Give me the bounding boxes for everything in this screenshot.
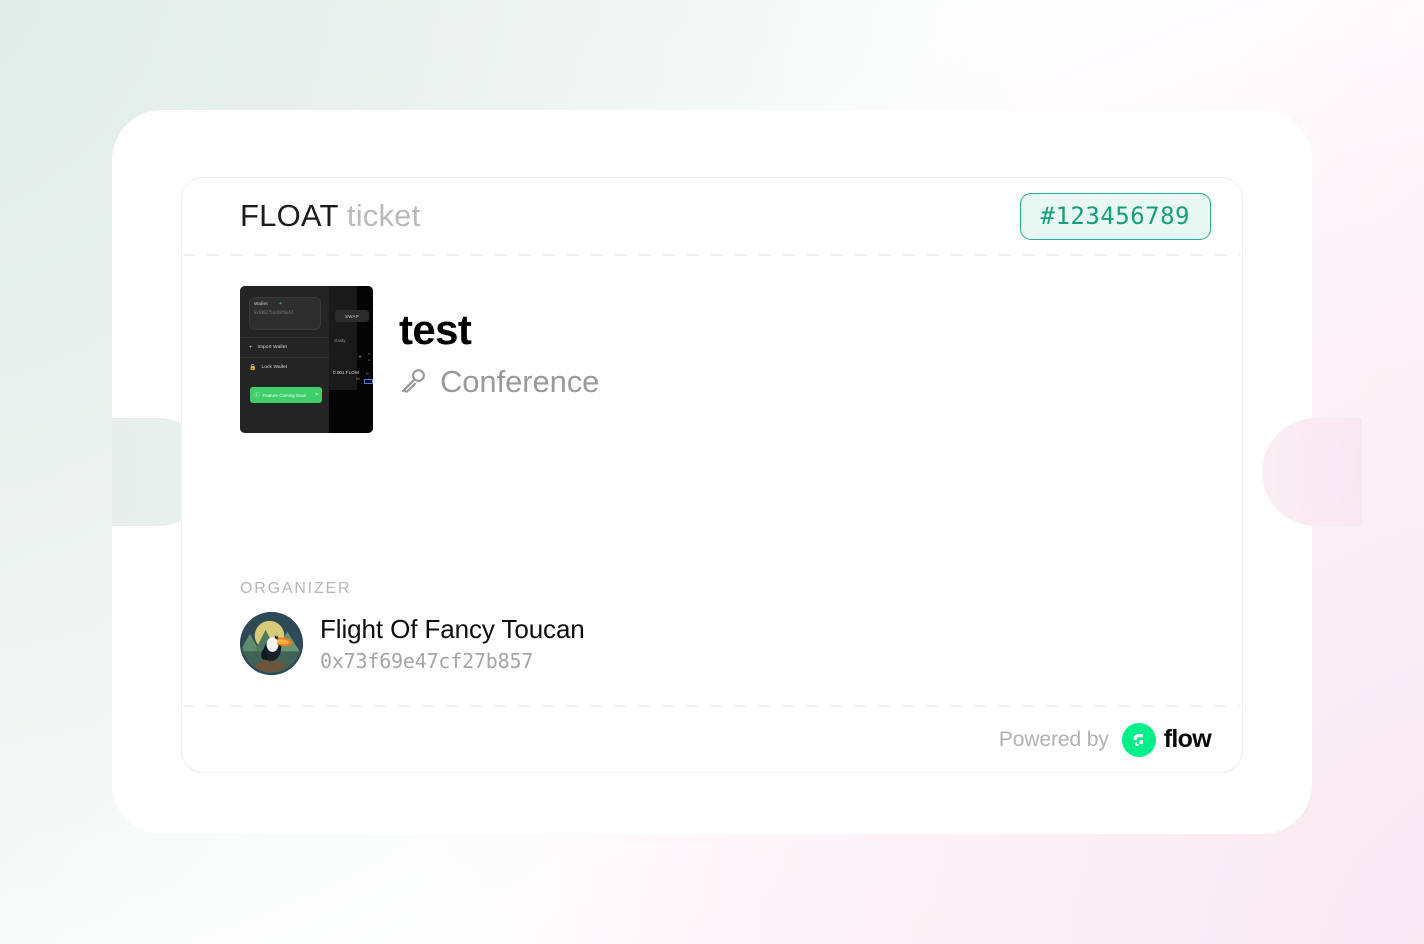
event-summary-row: Wallet + 0x9302754c69f0e57 + Import Wall…	[240, 286, 1184, 433]
thumb-edge-text-1: rt	[368, 352, 371, 356]
ticket-body: Wallet + 0x9302754c69f0e57 + Import Wall…	[182, 256, 1242, 705]
plus-icon: +	[249, 344, 253, 351]
organizer-address: 0x73f69e47cf27b857	[320, 648, 534, 673]
flow-wordmark: flow	[1163, 725, 1212, 753]
thumb-wallet-address: 0x9302754c69f0e57	[254, 310, 294, 315]
ticket-footer: Powered by flow	[182, 707, 1242, 772]
avatar	[240, 612, 303, 675]
float-ticket-card: FLOAT ticket #123456789 Wallet + 0x93027…	[181, 177, 1243, 773]
thumb-highlight-box	[364, 379, 373, 384]
thumb-balance: 0.001 FLOW	[333, 370, 360, 375]
thumb-toast-label: Feature Coming Soon	[262, 392, 307, 398]
thumb-menu-lock: 🔒 Lock Wallet	[240, 357, 329, 377]
event-thumbnail[interactable]: Wallet + 0x9302754c69f0e57 + Import Wall…	[240, 286, 373, 433]
thumb-toast: ⓘ Feature Coming Soon ×	[250, 387, 322, 403]
flow-brand[interactable]: flow	[1121, 722, 1212, 757]
microphone-icon	[399, 365, 429, 400]
thumb-edge-text-3: H	[366, 372, 369, 376]
event-title: test	[399, 306, 472, 353]
info-icon: ⓘ	[254, 393, 260, 399]
lock-icon: 🔒	[249, 364, 257, 371]
organizer-kicker: ORGANIZER	[240, 580, 352, 597]
close-icon: ×	[315, 392, 318, 398]
ticket-notch-right	[1262, 418, 1362, 526]
thumb-swap-button: SWAP	[335, 310, 369, 322]
organizer-section: ORGANIZER Flight Of Fancy Toucan 0x73f69…	[240, 580, 585, 675]
organizer-row[interactable]: Flight Of Fancy Toucan 0x73f69e47cf27b85…	[240, 612, 585, 675]
thumb-edge-text-2: a	[368, 358, 370, 362]
powered-by-label: Powered by	[998, 727, 1109, 751]
thumb-menu-lock-label: Lock Wallet	[261, 365, 288, 370]
status-badge[interactable]: #123456789	[1019, 192, 1211, 240]
brand-name: FLOAT	[240, 198, 339, 233]
event-type-label: Conference	[440, 364, 600, 400]
page-title: FLOAT ticket	[240, 198, 420, 234]
thumb-wallet-label: Wallet	[254, 301, 268, 306]
event-text-block: test Conference	[399, 286, 599, 400]
brand-subtitle: ticket	[346, 198, 421, 233]
organizer-name: Flight Of Fancy Toucan	[320, 614, 585, 645]
thumb-menu-import: + Import Wallet	[240, 337, 329, 357]
thumb-activity-label: ctivity	[334, 338, 346, 343]
thumb-balance-sub: 50	[356, 377, 360, 381]
flow-logo-icon	[1121, 722, 1156, 757]
event-type-row: Conference	[399, 364, 599, 400]
thumb-plus-icon: +	[279, 301, 283, 307]
ticket-header: FLOAT ticket #123456789	[182, 178, 1242, 254]
thumb-add-icon: +	[358, 354, 363, 361]
thumb-menu-import-label: Import Wallet	[257, 345, 287, 350]
organizer-identity: Flight Of Fancy Toucan 0x73f69e47cf27b85…	[320, 613, 585, 674]
